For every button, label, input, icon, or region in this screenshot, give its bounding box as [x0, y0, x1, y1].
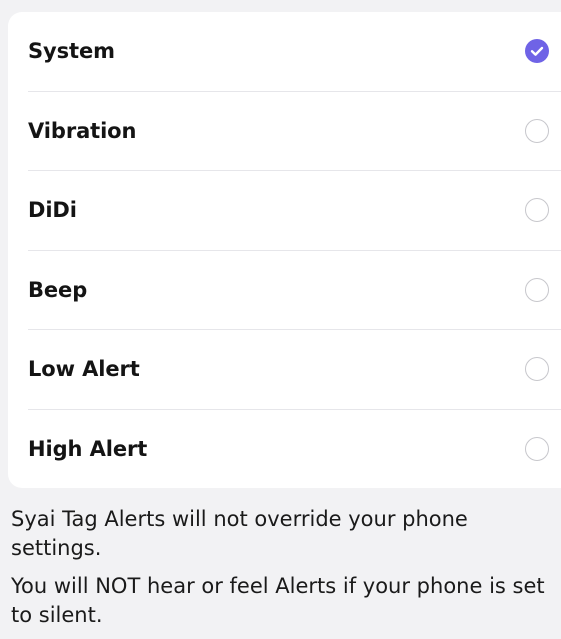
alert-options-list: System Vibration DiDi Beep Low Alert Hig…: [8, 12, 561, 488]
alert-notes: Syai Tag Alerts will not override your p…: [11, 505, 551, 639]
option-label: System: [28, 39, 115, 64]
radio-unchecked-icon[interactable]: [525, 277, 549, 302]
option-label: DiDi: [28, 198, 77, 223]
option-row-vibration[interactable]: Vibration: [28, 92, 561, 171]
option-label: Beep: [28, 277, 88, 302]
option-row-didi[interactable]: DiDi: [28, 171, 561, 251]
radio-unchecked-icon[interactable]: [525, 118, 549, 143]
checkmark-icon: [530, 47, 544, 57]
silent-mode-note: You will NOT hear or feel Alerts if your…: [11, 574, 545, 627]
override-note: Syai Tag Alerts will not override your p…: [11, 507, 468, 560]
option-label: Vibration: [28, 118, 137, 143]
radio-checked-icon[interactable]: [525, 39, 549, 64]
option-row-beep[interactable]: Beep: [28, 251, 561, 330]
alert-sound-settings: System Vibration DiDi Beep Low Alert Hig…: [0, 0, 561, 639]
option-row-system[interactable]: System: [28, 12, 561, 92]
option-label: High Alert: [28, 437, 148, 462]
option-label: Low Alert: [28, 357, 140, 382]
option-row-high-alert[interactable]: High Alert: [28, 410, 561, 489]
option-row-low-alert[interactable]: Low Alert: [28, 330, 561, 410]
